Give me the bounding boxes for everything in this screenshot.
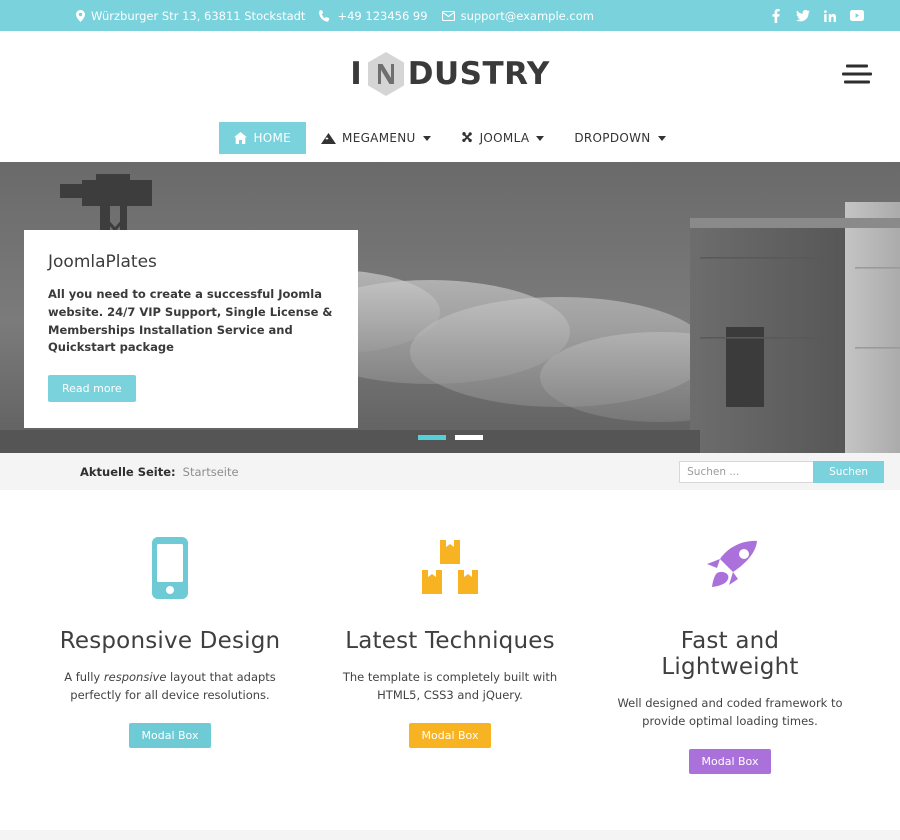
feature-latest-techniques: Latest Techniques The template is comple…	[310, 536, 590, 774]
logo-letter-i: I	[350, 55, 362, 92]
features-section: Responsive Design A fully responsive lay…	[0, 490, 900, 830]
main-navigation: HOME MEGAMENU JOOMLA DROPDOWN	[0, 117, 900, 162]
slider-dot-2[interactable]	[454, 435, 483, 440]
hamburger-menu-icon[interactable]	[842, 60, 872, 89]
location-pin-icon	[76, 9, 85, 22]
read-more-button[interactable]: Read more	[48, 375, 136, 403]
slider-dot-1[interactable]	[417, 435, 446, 440]
feature-text-before: Well designed and coded framework to pro…	[617, 696, 843, 729]
site-logo[interactable]: I DUSTRY	[350, 51, 550, 97]
search-input[interactable]	[679, 460, 814, 483]
chevron-down-icon	[536, 135, 545, 141]
phone-text: +49 123456 99	[337, 8, 428, 23]
logo-word-dustry: DUSTRY	[407, 55, 550, 92]
hamburger-bar-3	[844, 80, 870, 84]
youtube-icon[interactable]	[850, 9, 864, 23]
hero-card-title: JoomlaPlates	[48, 252, 157, 272]
hero-slider: JoomlaPlates All you need to create a su…	[0, 162, 900, 453]
hero-card-body: All you need to create a successful Joom…	[48, 287, 333, 355]
nav-item-joomla[interactable]: JOOMLA	[446, 122, 560, 154]
feature-fast-lightweight: Fast and Lightweight Well designed and c…	[590, 536, 870, 774]
address-item: Würzburger Str 13, 63811 Stockstadt	[76, 9, 305, 23]
nav-items: HOME MEGAMENU JOOMLA DROPDOWN	[219, 122, 680, 154]
bottom-tabs-section: Sample Headline Sample Headline Sample H…	[0, 829, 900, 840]
search-form: Suchen	[679, 460, 884, 483]
nav-item-megamenu-label: MEGAMENU	[342, 131, 416, 145]
feature-responsive-design: Responsive Design A fully responsive lay…	[30, 536, 310, 774]
linkedin-icon[interactable]	[823, 9, 837, 23]
feature-text: Well designed and coded framework to pro…	[612, 694, 848, 731]
hero-slide-card: JoomlaPlates All you need to create a su…	[24, 230, 358, 429]
email-item: support@example.com	[441, 8, 594, 23]
chevron-down-icon	[422, 135, 431, 141]
nav-item-home[interactable]: HOME	[219, 122, 307, 154]
feature-text: The template is completely built with HT…	[332, 668, 568, 705]
modal-box-button[interactable]: Modal Box	[128, 722, 212, 748]
hexagon-n-icon	[367, 51, 405, 97]
feature-text-before: A fully	[64, 670, 104, 684]
site-header: I DUSTRY	[0, 31, 900, 117]
social-links	[769, 8, 884, 23]
contact-info-group: Würzburger Str 13, 63811 Stockstadt +49 …	[76, 9, 608, 23]
modal-box-button[interactable]: Modal Box	[408, 722, 492, 748]
home-icon	[234, 132, 248, 144]
address-text: Würzburger Str 13, 63811 Stockstadt	[91, 8, 306, 23]
boxes-icon	[332, 536, 568, 600]
phone-item: +49 123456 99	[319, 8, 428, 23]
nav-item-dropdown-label: DROPDOWN	[574, 131, 651, 145]
phone-icon	[319, 9, 331, 22]
feature-title: Responsive Design	[59, 628, 281, 654]
joomla-icon	[461, 131, 474, 145]
feature-text: A fully responsive layout that adapts pe…	[52, 668, 288, 705]
breadcrumb-bar: Aktuelle Seite: Startseite Suchen	[0, 453, 900, 490]
slider-pagination	[0, 435, 900, 440]
hamburger-bar-1	[846, 64, 868, 68]
feature-title: Fast and Lightweight	[661, 628, 799, 680]
hamburger-bar-2	[842, 72, 872, 76]
mobile-phone-icon	[52, 536, 288, 600]
top-contact-bar: Würzburger Str 13, 63811 Stockstadt +49 …	[0, 0, 900, 31]
nav-item-joomla-label: JOOMLA	[479, 131, 530, 145]
email-text: support@example.com	[460, 8, 594, 23]
breadcrumb-label: Aktuelle Seite:	[80, 464, 176, 479]
breadcrumb-current-page: Startseite	[182, 464, 239, 479]
twitter-icon[interactable]	[796, 9, 810, 23]
feature-title: Latest Techniques	[345, 628, 555, 654]
search-submit-button[interactable]: Suchen	[813, 460, 884, 483]
mountain-icon	[321, 132, 337, 144]
chevron-down-icon	[657, 135, 666, 141]
feature-text-before: The template is completely built with HT…	[342, 670, 558, 703]
rocket-icon	[612, 536, 848, 600]
modal-box-button[interactable]: Modal Box	[688, 748, 772, 774]
feature-text-emphasis: responsive	[103, 670, 167, 684]
nav-item-megamenu[interactable]: MEGAMENU	[306, 122, 446, 154]
nav-item-home-label: HOME	[253, 131, 292, 145]
envelope-icon	[441, 10, 455, 21]
nav-item-dropdown[interactable]: DROPDOWN	[559, 122, 680, 154]
facebook-icon[interactable]	[769, 8, 783, 23]
